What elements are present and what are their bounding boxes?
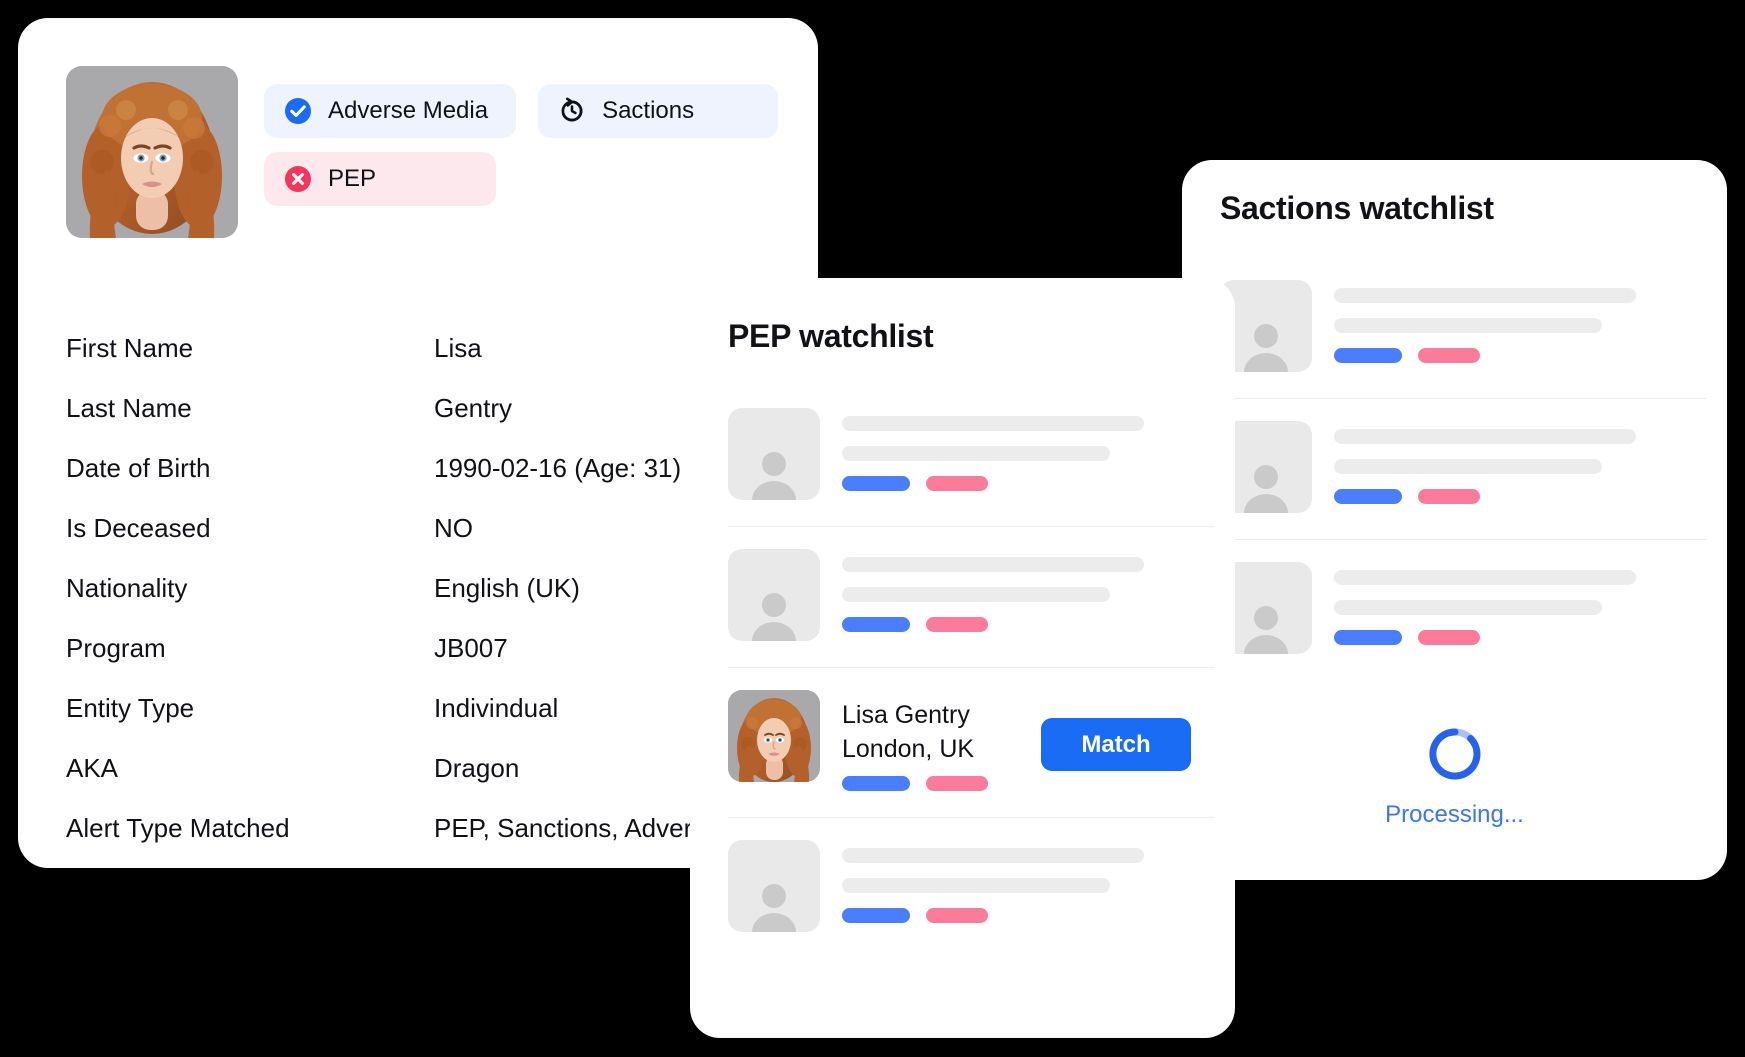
detail-row: AKA Dragon <box>66 738 766 798</box>
loading-spinner-icon <box>1428 728 1481 780</box>
tag-pills <box>842 476 1215 491</box>
detail-row: Nationality English (UK) <box>66 558 766 618</box>
pill-pink <box>1418 489 1480 504</box>
check-circle-icon <box>284 97 312 125</box>
pill-blue <box>1334 348 1402 363</box>
detail-row: Last Name Gentry <box>66 378 766 438</box>
detail-label: Date of Birth <box>66 452 211 483</box>
detail-label: Entity Type <box>66 692 195 723</box>
badge-label: PEP <box>328 165 377 192</box>
list-item[interactable] <box>728 386 1215 527</box>
detail-row: Is Deceased NO <box>66 498 766 558</box>
badge-label: Sactions <box>602 97 695 124</box>
pill-blue <box>842 617 910 632</box>
list-item[interactable] <box>728 818 1215 958</box>
pill-pink <box>926 908 988 923</box>
skeleton-bar <box>842 878 1110 893</box>
avatar-placeholder-icon <box>728 840 820 932</box>
avatar-placeholder-icon <box>728 408 820 500</box>
detail-label: Program <box>66 632 166 663</box>
skeleton-bar <box>842 587 1110 602</box>
tag-pills <box>842 908 1215 923</box>
pill-blue <box>842 908 910 923</box>
screenshot-stage: Adverse Media Sactions PEP First Name Li… <box>0 0 1745 1057</box>
list-item-skeleton <box>1334 280 1707 363</box>
detail-row: Entity Type Indivindual <box>66 678 766 738</box>
pill-pink <box>1418 630 1480 645</box>
tag-pills <box>842 776 1215 791</box>
list-item-skeleton <box>842 408 1215 491</box>
tag-pills <box>1334 489 1707 504</box>
badge-label: Adverse Media <box>328 97 489 124</box>
pill-blue <box>1334 630 1402 645</box>
detail-label: Is Deceased <box>66 512 211 543</box>
skeleton-bar <box>842 848 1144 863</box>
detail-label: First Name <box>66 332 194 363</box>
list-item-skeleton <box>842 840 1215 923</box>
tag-pills <box>1334 630 1707 645</box>
detail-label: Alert Type Matched <box>66 812 290 843</box>
skeleton-bar <box>1334 459 1602 474</box>
skeleton-bar <box>842 557 1144 572</box>
list-item-skeleton <box>842 549 1215 632</box>
list-item-skeleton <box>1334 421 1707 504</box>
sanctions-watchlist-rows <box>1220 258 1707 680</box>
match-avatar <box>728 690 820 782</box>
skeleton-bar <box>1334 600 1602 615</box>
processing-label: Processing... <box>1385 801 1524 828</box>
detail-row: Program JB007 <box>66 618 766 678</box>
skeleton-bar <box>1334 570 1636 585</box>
skeleton-bar <box>1334 288 1636 303</box>
detail-label: Nationality <box>66 572 188 603</box>
skeleton-bar <box>842 446 1110 461</box>
badge-sanctions[interactable]: Sactions <box>538 84 779 138</box>
profile-photo <box>66 66 238 238</box>
pep-watchlist-card: PEP watchlist Lisa Gentry London, UK Mat… <box>690 278 1235 1038</box>
processing-status: Processing... <box>1182 725 1727 829</box>
list-item[interactable] <box>728 527 1215 668</box>
sanctions-watchlist-card: Sactions watchlist Processing... <box>1182 160 1727 880</box>
history-clock-icon <box>558 97 586 125</box>
alert-badge-group: Adverse Media Sactions PEP <box>264 84 784 206</box>
pep-watchlist-title: PEP watchlist <box>728 318 934 354</box>
pill-blue <box>1334 489 1402 504</box>
list-item[interactable] <box>1220 540 1707 680</box>
detail-row: Date of Birth 1990-02-16 (Age: 31) <box>66 438 766 498</box>
tag-pills <box>1334 348 1707 363</box>
detail-row: First Name Lisa <box>66 318 766 378</box>
badge-pep[interactable]: PEP <box>264 152 496 206</box>
pill-pink <box>926 776 988 791</box>
pep-watchlist-rows: Lisa Gentry London, UK Match <box>728 386 1215 958</box>
pill-blue <box>842 476 910 491</box>
detail-row: Alert Type Matched PEP, Sanctions, Adver… <box>66 798 798 858</box>
list-item[interactable] <box>1220 258 1707 399</box>
match-button[interactable]: Match <box>1041 718 1191 771</box>
list-item-matched[interactable]: Lisa Gentry London, UK Match <box>728 668 1215 818</box>
skeleton-bar <box>1334 318 1602 333</box>
detail-label: AKA <box>66 752 119 783</box>
profile-detail-list: First Name Lisa Last Name Gentry Date of… <box>66 318 798 858</box>
pill-blue <box>842 776 910 791</box>
badge-adverse-media[interactable]: Adverse Media <box>264 84 517 138</box>
pill-pink <box>926 476 988 491</box>
sanctions-watchlist-title: Sactions watchlist <box>1220 190 1494 226</box>
skeleton-bar <box>842 416 1144 431</box>
avatar-placeholder-icon <box>728 549 820 641</box>
x-circle-icon <box>284 165 312 193</box>
list-item-skeleton <box>1334 562 1707 645</box>
list-item[interactable] <box>1220 399 1707 540</box>
pill-pink <box>1418 348 1480 363</box>
skeleton-bar <box>1334 429 1636 444</box>
pill-pink <box>926 617 988 632</box>
detail-label: Last Name <box>66 392 192 423</box>
tag-pills <box>842 617 1215 632</box>
